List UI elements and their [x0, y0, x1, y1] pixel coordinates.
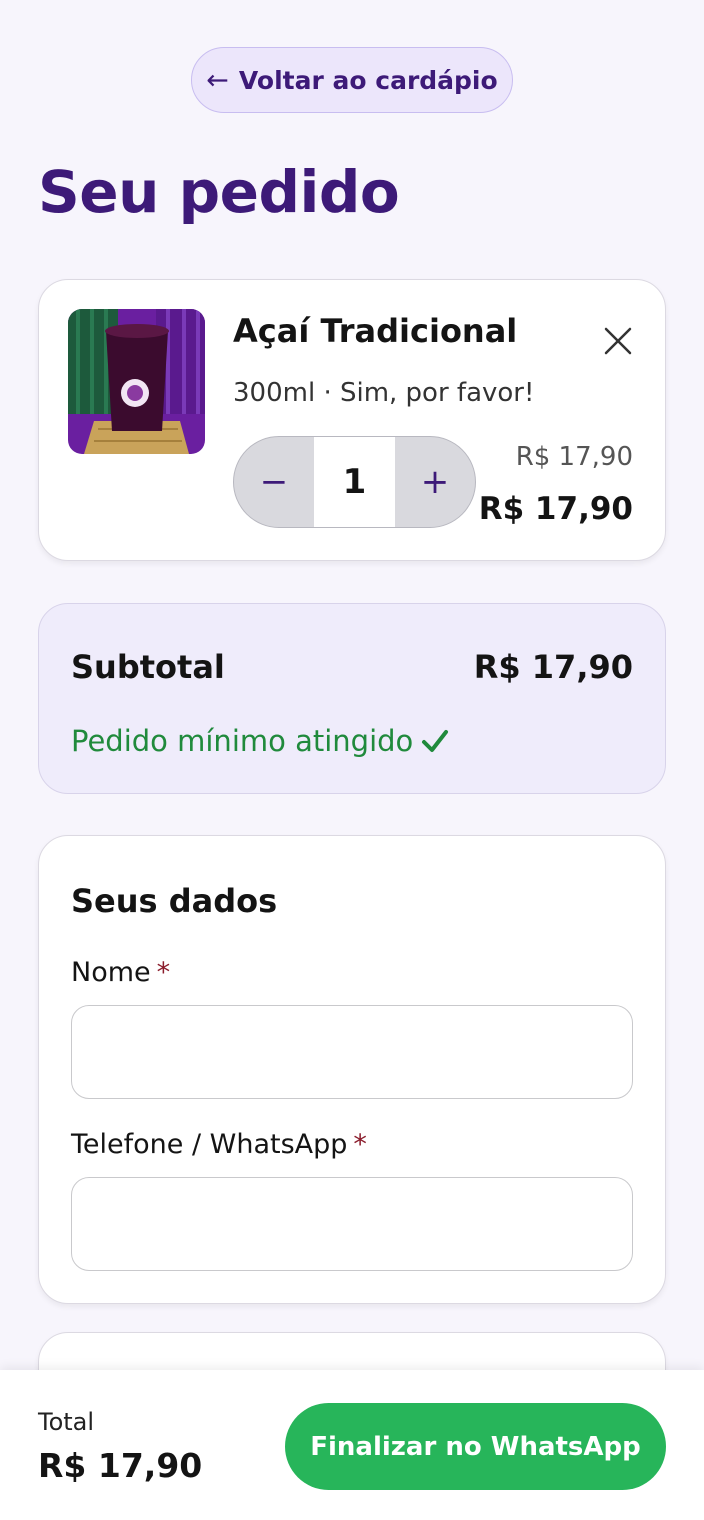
arrow-left-icon: ←	[206, 64, 229, 96]
subtotal-label: Subtotal	[71, 648, 225, 686]
phone-input[interactable]	[71, 1177, 633, 1271]
checkmark-icon	[422, 730, 449, 752]
unit-price: R$ 17,90	[515, 442, 633, 472]
name-label: Nome *	[71, 957, 170, 988]
name-label-text: Nome	[71, 957, 151, 988]
decrease-quantity-button[interactable]: −	[234, 437, 314, 527]
page-title: Seu pedido	[38, 158, 400, 226]
close-icon	[604, 327, 632, 355]
item-description: 300ml · Sim, por favor!	[233, 378, 535, 408]
subtotal-card: Subtotal R$ 17,90 Pedido mínimo atingido	[38, 603, 666, 794]
product-image	[68, 309, 205, 454]
phone-label: Telefone / WhatsApp *	[71, 1129, 367, 1160]
quantity-value: 1	[314, 437, 395, 527]
subtotal-value: R$ 17,90	[473, 648, 633, 686]
finalize-whatsapp-button[interactable]: Finalizar no WhatsApp	[285, 1403, 666, 1490]
total-value: R$ 17,90	[38, 1446, 203, 1485]
quantity-stepper: − 1 +	[233, 436, 476, 528]
remove-item-button[interactable]	[601, 324, 635, 358]
min-order-status: Pedido mínimo atingido	[71, 724, 449, 758]
back-to-menu-button[interactable]: ← Voltar ao cardápio	[191, 47, 513, 113]
name-input[interactable]	[71, 1005, 633, 1099]
min-order-text: Pedido mínimo atingido	[71, 724, 414, 758]
total-label: Total	[38, 1408, 95, 1436]
item-name: Açaí Tradicional	[233, 312, 518, 350]
required-asterisk: *	[156, 957, 171, 988]
back-to-menu-label: Voltar ao cardápio	[238, 65, 498, 95]
checkout-bar: Total R$ 17,90 Finalizar no WhatsApp	[0, 1370, 704, 1520]
cart-item-card: Açaí Tradicional 300ml · Sim, por favor!…	[38, 279, 666, 561]
item-total: R$ 17,90	[478, 491, 633, 527]
customer-data-card: Seus dados Nome * Telefone / WhatsApp *	[38, 835, 666, 1304]
increase-quantity-button[interactable]: +	[395, 437, 475, 527]
phone-label-text: Telefone / WhatsApp	[71, 1129, 348, 1160]
required-asterisk: *	[353, 1129, 367, 1160]
section-title: Seus dados	[71, 882, 278, 920]
